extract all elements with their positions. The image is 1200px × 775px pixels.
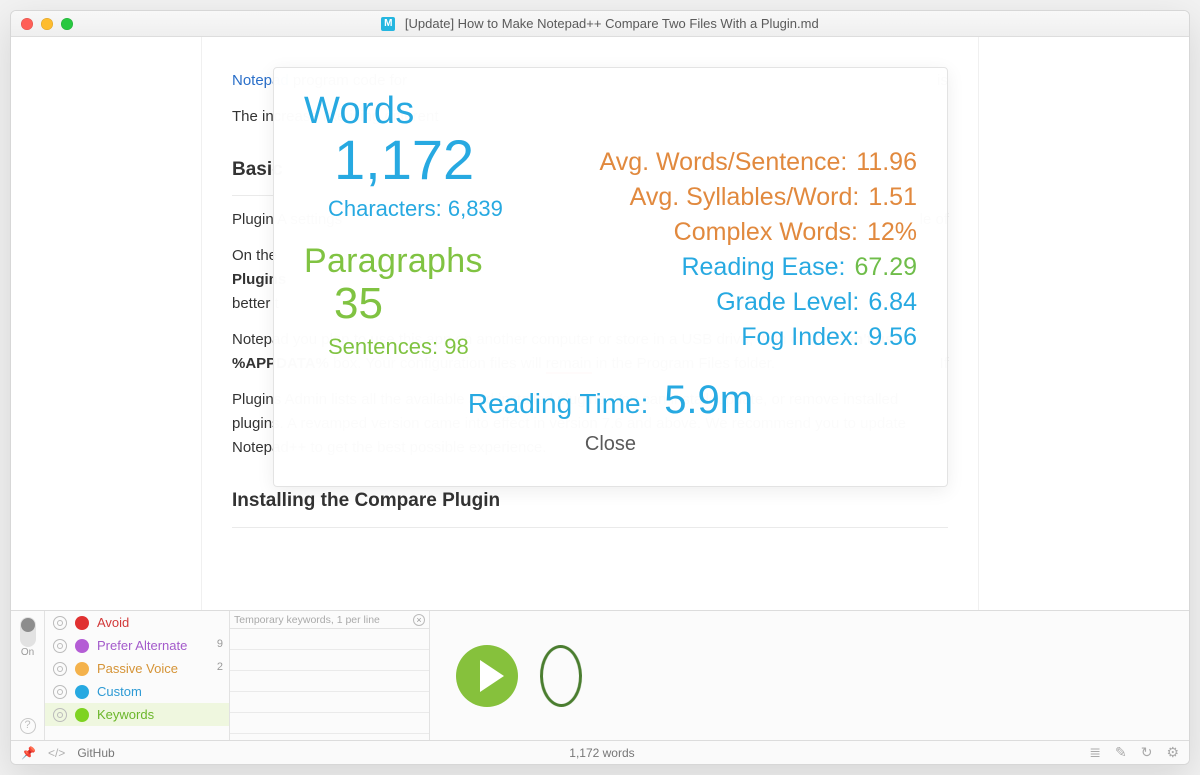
dot-purple-icon: [75, 639, 89, 653]
left-strip: On ?: [11, 611, 45, 740]
statistics-panel: Words 1,172 Characters: 6,839 Paragraphs…: [273, 67, 948, 487]
status-bar: 📌 </> GitHub 1,172 words ≣ ✎ ↻ ⚙: [11, 740, 1189, 764]
target-icon: [53, 616, 67, 630]
dot-orange-icon: [75, 662, 89, 676]
keywords-column: Temporary keywords, 1 per line ×: [230, 611, 430, 740]
status-github-label[interactable]: GitHub: [77, 746, 114, 760]
dot-red-icon: [75, 616, 89, 630]
reading-time-value: 5.9m: [664, 378, 753, 422]
list-view-icon[interactable]: ≣: [1089, 744, 1101, 761]
code-icon[interactable]: </>: [48, 746, 65, 760]
avg-words-sentence-value: 11.96: [856, 148, 917, 176]
zoom-window-icon[interactable]: [61, 18, 73, 30]
sentences-label: Sentences:: [328, 334, 438, 359]
dot-green-icon: [75, 708, 89, 722]
heading-installing: Installing the Compare Plugin: [232, 486, 948, 527]
play-column: [430, 611, 1189, 740]
target-icon: [53, 662, 67, 676]
category-label: Keywords: [97, 707, 154, 722]
characters-label: Characters:: [328, 196, 442, 221]
avg-syllables-word-label: Avg. Syllables/Word:: [630, 183, 860, 211]
target-icon: [53, 685, 67, 699]
avg-words-sentence-label: Avg. Words/Sentence:: [600, 148, 848, 176]
fog-index-value: 9.56: [868, 323, 917, 351]
target-icon: [53, 639, 67, 653]
close-window-icon[interactable]: [21, 18, 33, 30]
category-label: Avoid: [97, 615, 129, 630]
app-window: M [Update] How to Make Notepad++ Compare…: [10, 10, 1190, 765]
paragraphs-label: Paragraphs: [304, 244, 544, 278]
reading-ease-value: 67.29: [854, 253, 917, 281]
help-icon[interactable]: ?: [20, 718, 36, 734]
highlighter-icon[interactable]: ✎: [1115, 744, 1127, 761]
status-word-count[interactable]: 1,172 words: [569, 746, 634, 760]
category-label: Passive Voice: [97, 661, 178, 676]
complex-words-label: Complex Words:: [674, 218, 858, 246]
characters-value: 6,839: [448, 196, 503, 221]
category-label: Custom: [97, 684, 142, 699]
reading-ease-label: Reading Ease:: [681, 253, 845, 281]
words-label: Words: [304, 92, 544, 130]
refresh-icon[interactable]: ↻: [1141, 744, 1153, 761]
pin-icon[interactable]: 📌: [21, 746, 36, 760]
window-title-text: [Update] How to Make Notepad++ Compare T…: [405, 16, 819, 31]
avg-syllables-word-value: 1.51: [868, 183, 917, 211]
keywords-input[interactable]: [230, 629, 429, 734]
panel-toggle[interactable]: [20, 617, 36, 647]
target-icon: [53, 708, 67, 722]
dot-blue-icon: [75, 685, 89, 699]
clear-keywords-icon[interactable]: ×: [413, 614, 425, 626]
title-bar: M [Update] How to Make Notepad++ Compare…: [11, 11, 1189, 37]
category-list: Avoid Prefer Alternate 9 Passive Voice 2…: [45, 611, 230, 740]
words-value: 1,172: [334, 132, 544, 188]
zero-counter-icon: [539, 644, 582, 707]
play-button[interactable]: [456, 645, 518, 707]
keywords-placeholder: Temporary keywords, 1 per line: [234, 614, 380, 626]
sentences-value: 98: [444, 334, 468, 359]
category-custom[interactable]: Custom: [45, 680, 229, 703]
close-button[interactable]: Close: [304, 433, 917, 456]
bottom-panel: On ? Avoid Prefer Alternate 9 Passive Vo…: [11, 610, 1189, 740]
gear-icon[interactable]: ⚙: [1166, 744, 1179, 761]
editor-viewport: Notepad program code for is The increase…: [11, 37, 1189, 610]
traffic-lights: [21, 18, 73, 30]
category-avoid[interactable]: Avoid: [45, 611, 229, 634]
grade-level-value: 6.84: [868, 288, 917, 316]
grade-level-label: Grade Level:: [716, 288, 859, 316]
category-keywords[interactable]: Keywords: [45, 703, 229, 726]
fog-index-label: Fog Index:: [741, 323, 859, 351]
paragraphs-value: 35: [334, 282, 544, 326]
category-passive-voice[interactable]: Passive Voice 2: [45, 657, 229, 680]
markdown-file-icon: M: [381, 17, 395, 31]
category-label: Prefer Alternate: [97, 638, 187, 653]
complex-words-value: 12%: [867, 218, 917, 246]
minimize-window-icon[interactable]: [41, 18, 53, 30]
category-prefer-alternate[interactable]: Prefer Alternate 9: [45, 634, 229, 657]
window-title: M [Update] How to Make Notepad++ Compare…: [11, 11, 1189, 37]
reading-time-label: Reading Time:: [468, 388, 649, 419]
toggle-on-label: On: [20, 647, 36, 658]
